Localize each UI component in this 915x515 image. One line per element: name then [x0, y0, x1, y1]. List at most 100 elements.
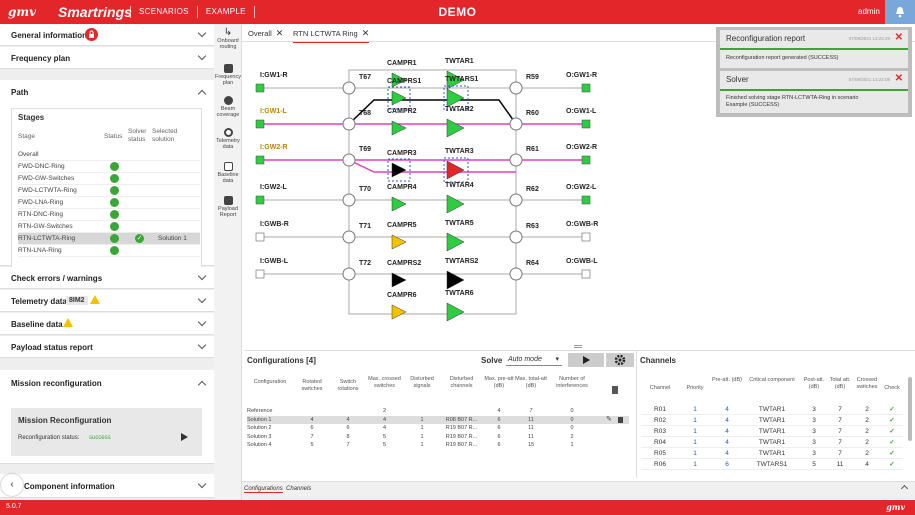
channel-row[interactable]: R05 1 4 TWTAR1 3 7 2 ✓ [641, 449, 903, 459]
telemetry-data-title: Telemetry data [11, 297, 67, 306]
channel-cell: 7 [838, 450, 842, 457]
payload-status-report-section[interactable]: Payload status report [0, 336, 214, 358]
payload-report-button[interactable]: Payload Report [214, 196, 242, 218]
selected-solution: Solution 1 [158, 235, 187, 242]
config-cell: Solution 1 [247, 416, 272, 423]
configuration-row[interactable]: Solution 2 6 6 4 1 R19 B07 R... 6 11 0 [247, 424, 629, 432]
mission-reconfiguration-box: Mission Reconfiguration Reconfiguration … [11, 408, 202, 456]
user-name[interactable]: admin [858, 7, 880, 16]
edit-icon[interactable]: ✎ [606, 415, 612, 423]
campr-label: CAMPR2 [387, 108, 417, 115]
chevron-down-icon[interactable] [197, 51, 207, 61]
onboard-routing-button[interactable]: ↳ Onboard routing [214, 28, 242, 51]
gmv-logo: gmv [8, 5, 37, 19]
close-icon[interactable]: ✕ [895, 32, 903, 43]
collapse-panel-button[interactable]: ‹ [1, 474, 23, 496]
telemetry-data-button[interactable]: Telemetry data [214, 128, 242, 150]
channel-row[interactable]: R06 1 6 TWTARS1 5 11 4 ✓ [641, 460, 903, 470]
telemetry-data-section[interactable]: Telemetry data 8IM2 [0, 290, 214, 312]
stage-row[interactable]: RTN-LCTWTA-Ring ✓ Solution 1 [18, 233, 200, 245]
solver-settings-button[interactable] [606, 353, 634, 367]
t-switch [342, 267, 356, 281]
tab-overall[interactable]: Overall ✕ [248, 28, 283, 39]
configuration-row[interactable]: Solution 3 7 8 5 1 R19 B07 R... 6 11 2 [247, 433, 629, 441]
r-switch [509, 193, 523, 207]
chevron-down-icon[interactable] [197, 479, 207, 489]
channel-row[interactable]: R03 1 4 TWTAR1 3 7 2 ✓ [641, 427, 903, 437]
send-icon[interactable] [181, 433, 188, 441]
baseline-data-section[interactable]: Baseline data [0, 313, 214, 335]
close-icon[interactable]: ✕ [895, 73, 903, 84]
tab-rtn-lctwta-ring[interactable]: RTN LCTWTA Ring ✕ [293, 28, 370, 43]
user-menu-button[interactable] [885, 0, 915, 24]
app-name[interactable]: Smartrings [58, 4, 132, 20]
telemetry-badge: 8IM2 [66, 296, 88, 305]
channel-cell: 7 [838, 428, 842, 435]
chevron-down-icon[interactable] [197, 271, 207, 281]
beam-coverage-button[interactable]: Beam coverage [214, 96, 242, 118]
configuration-row[interactable]: Solution 1 4 4 4 1 R08 B07 R... 6 11 0 ✎ [247, 415, 629, 424]
trash-icon[interactable] [618, 416, 623, 423]
stage-name: RTN-LCTWTA-Ring [18, 235, 76, 242]
stage-name: Overall [18, 151, 39, 158]
r-switch-label: R59 [526, 74, 539, 81]
chevron-down-icon[interactable] [197, 340, 207, 350]
stage-row[interactable]: RTN-DNC-Ring [18, 209, 200, 221]
trash-icon[interactable] [612, 386, 618, 394]
close-icon[interactable]: ✕ [276, 28, 284, 38]
breadcrumb-scenarios[interactable]: SCENARIOS [131, 6, 197, 18]
channel-cell: 1 [693, 417, 697, 424]
channel-row[interactable]: R01 1 4 TWTAR1 3 7 2 ✓ [641, 405, 903, 415]
breadcrumb-example[interactable]: EXAMPLE [198, 6, 254, 18]
baseline-data-button[interactable]: Baseline data [214, 162, 242, 184]
tab-configurations[interactable]: Configurations [244, 486, 283, 493]
channels-scrollbar[interactable] [908, 377, 912, 441]
campr-label: CAMPRS2 [387, 260, 422, 267]
component-information-section[interactable]: Component information [0, 474, 214, 498]
stage-row[interactable]: Overall [18, 149, 200, 161]
stages-header-solver: Solver status [128, 128, 147, 143]
config-header: Number of interferences [556, 376, 588, 389]
stage-row[interactable]: RTN-LNA-Ring [18, 245, 200, 257]
stage-row[interactable]: FWD-LNA-Ring [18, 197, 200, 209]
stage-row[interactable]: FWD-GW-Switches [18, 173, 200, 185]
input-port [255, 232, 265, 242]
clipboard-icon [223, 196, 233, 205]
chevron-up-icon[interactable] [900, 484, 909, 493]
gear-icon [614, 354, 626, 366]
chevron-down-icon[interactable] [197, 28, 207, 38]
t-switch [342, 153, 356, 167]
config-cell: 7 [529, 408, 533, 414]
run-solver-button[interactable] [568, 353, 604, 367]
frequency-plan-button[interactable]: Frequency plan [214, 64, 242, 86]
frequency-plan-section[interactable]: Frequency plan [0, 47, 214, 69]
config-cell: 7 [346, 442, 350, 448]
r-switch-label: R63 [526, 223, 539, 230]
resize-handle[interactable] [574, 345, 582, 348]
check-errors-section[interactable]: Check errors / warnings [0, 267, 214, 289]
twtar-label: TWTAR3 [445, 148, 474, 155]
chevron-down-icon[interactable] [197, 317, 207, 327]
config-cell: Solution 2 [247, 425, 272, 431]
r-switch-label: R62 [526, 186, 539, 193]
stage-row[interactable]: RTN-GW-Switches [18, 221, 200, 233]
chevron-left-icon: ‹ [10, 479, 14, 490]
channel-row[interactable]: R02 1 4 TWTAR1 3 7 2 ✓ [641, 416, 903, 426]
notification-time: 07/09/2021 13:22:29 [848, 36, 890, 41]
chevron-down-icon[interactable] [197, 294, 207, 304]
tab-channels[interactable]: Channels [286, 486, 311, 492]
channel-header: Critical component [749, 377, 795, 383]
configuration-row[interactable]: Solution 4 5 7 5 1 R19 B07 R... 6 15 1 [247, 441, 629, 449]
notification-title: Reconfiguration report [726, 34, 806, 43]
notification-success-bar [720, 48, 908, 50]
input-port [255, 119, 265, 129]
stage-row[interactable]: FWD-LCTWTA-Ring [18, 185, 200, 197]
stage-row[interactable]: FWD-DNC-Ring [18, 161, 200, 173]
general-information-section[interactable]: General information [0, 24, 214, 46]
chevron-up-icon[interactable] [197, 380, 207, 390]
close-icon[interactable]: ✕ [362, 28, 370, 38]
chevron-up-icon[interactable] [197, 89, 207, 99]
solve-mode-select[interactable]: Auto mode ▾ [506, 354, 562, 366]
channel-row[interactable]: R04 1 4 TWTAR1 3 7 2 ✓ [641, 438, 903, 448]
configuration-row[interactable]: Reference 2 4 7 0 [247, 407, 629, 415]
